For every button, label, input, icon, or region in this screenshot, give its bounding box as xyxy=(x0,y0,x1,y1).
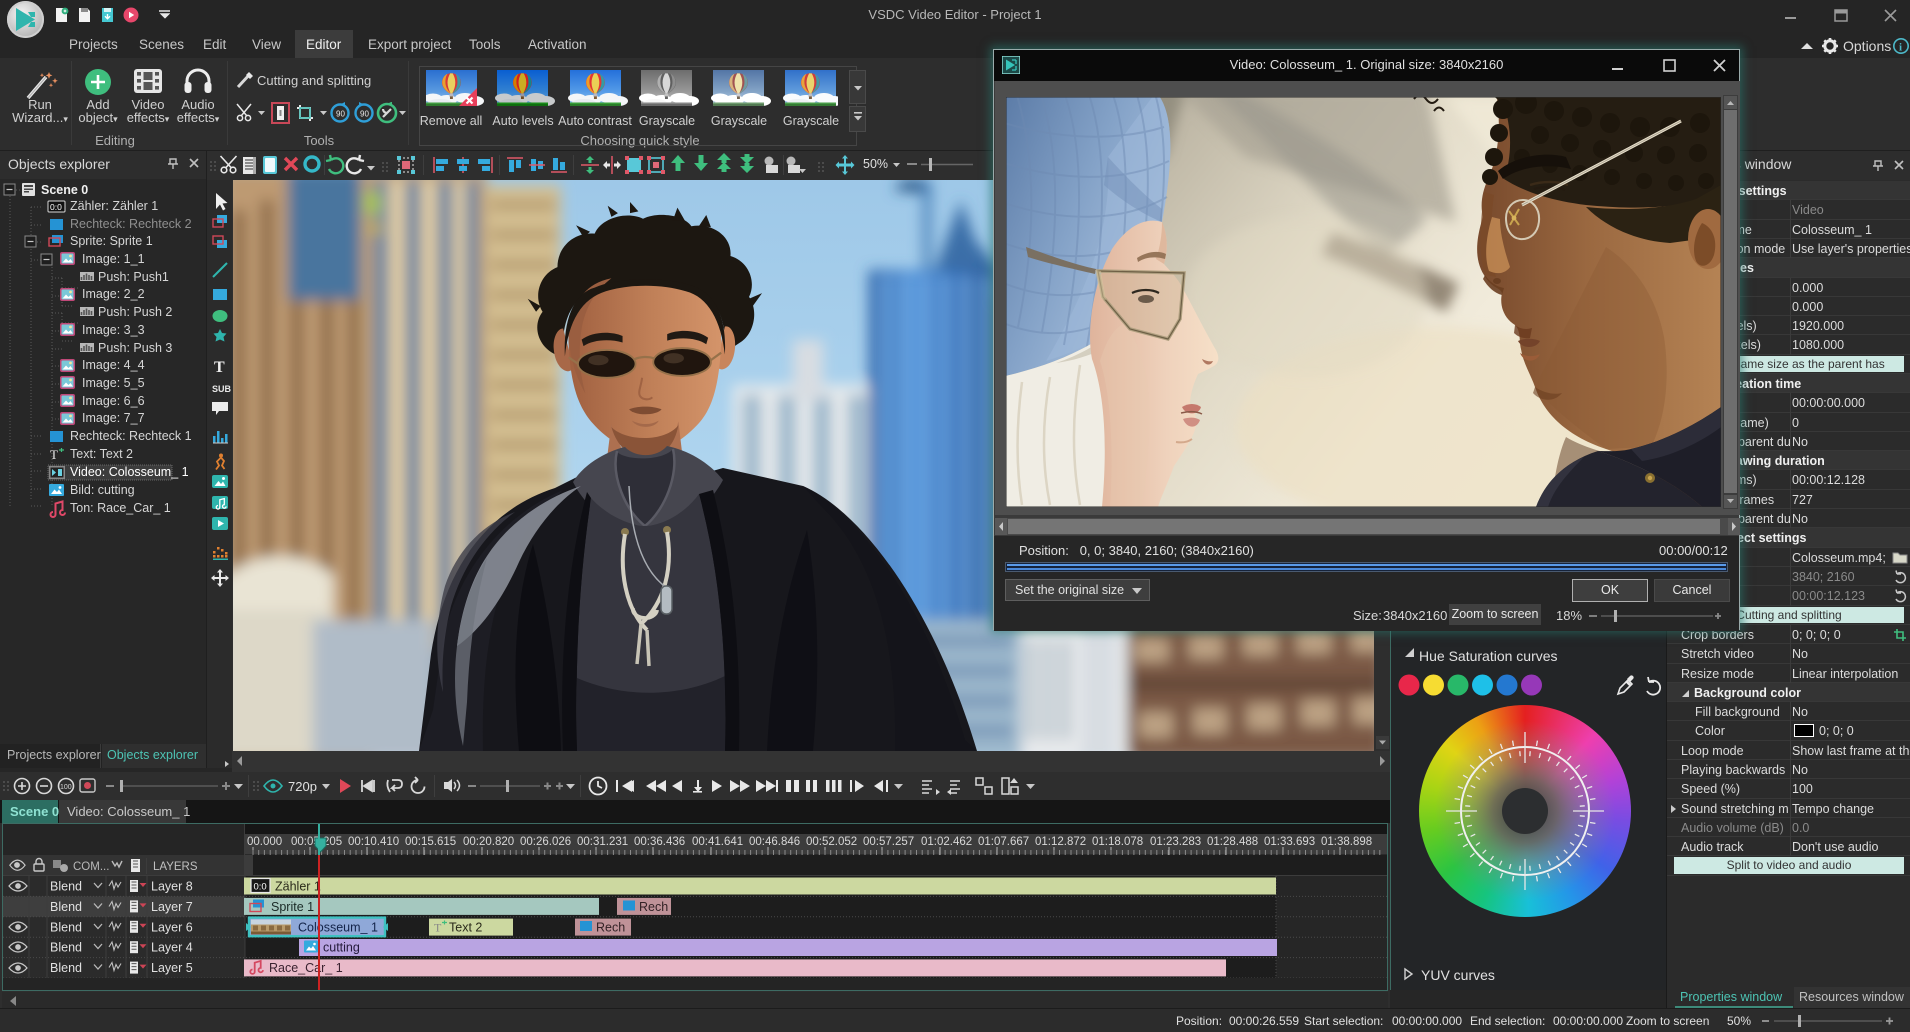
svg-text:50%: 50% xyxy=(863,157,888,171)
svg-text:Rech: Rech xyxy=(596,921,625,935)
svg-text:00:20.820: 00:20.820 xyxy=(463,836,514,848)
svg-text:Text: Text 2: Text: Text 2 xyxy=(70,447,133,461)
svg-text:01:07.667: 01:07.667 xyxy=(978,836,1029,848)
svg-text:90: 90 xyxy=(336,110,345,119)
svg-text:Image: 1_1: Image: 1_1 xyxy=(82,252,145,266)
svg-text:Blend: Blend xyxy=(50,900,82,914)
svg-text:01:18.078: 01:18.078 xyxy=(1092,836,1143,848)
svg-text:Colosseum_ 1: Colosseum_ 1 xyxy=(298,921,378,935)
svg-text:720p: 720p xyxy=(288,779,317,794)
svg-text:Bild: cutting: Bild: cutting xyxy=(70,483,135,497)
svg-text:00:52.052: 00:52.052 xyxy=(806,836,857,848)
svg-text:Layer 6: Layer 6 xyxy=(151,921,193,935)
svg-text:Push: Push1: Push: Push1 xyxy=(98,270,169,284)
svg-text:0:0: 0:0 xyxy=(50,202,62,212)
svg-text:T: T xyxy=(434,921,442,935)
svg-text:01:28.488: 01:28.488 xyxy=(1207,836,1258,848)
svg-text:Rechteck: Rechteck 2: Rechteck: Rechteck 2 xyxy=(70,217,192,231)
svg-text:Blend: Blend xyxy=(50,941,82,955)
svg-text:01:23.283: 01:23.283 xyxy=(1150,836,1201,848)
svg-text:Blend: Blend xyxy=(50,880,82,894)
svg-text:SUB: SUB xyxy=(212,384,232,394)
svg-text:Rech: Rech xyxy=(639,900,668,914)
svg-text:100: 100 xyxy=(60,784,72,791)
svg-text:90: 90 xyxy=(360,110,369,119)
svg-text:YUV curves: YUV curves xyxy=(1421,967,1495,983)
svg-text:Image: 3_3: Image: 3_3 xyxy=(82,323,145,337)
svg-text:COM...: COM... xyxy=(73,861,109,873)
svg-text:00.000: 00.000 xyxy=(247,836,282,848)
svg-text:Blend: Blend xyxy=(50,921,82,935)
svg-text:Image: 4_4: Image: 4_4 xyxy=(82,358,145,372)
svg-text:Image: 6_6: Image: 6_6 xyxy=(82,394,145,408)
svg-text:Sprite 1: Sprite 1 xyxy=(271,900,314,914)
svg-text:00:10.410: 00:10.410 xyxy=(348,836,399,848)
svg-text:Layer 7: Layer 7 xyxy=(151,900,193,914)
svg-text:00:26.026: 00:26.026 xyxy=(520,836,571,848)
svg-text:00:46.846: 00:46.846 xyxy=(749,836,800,848)
svg-text:00:31.231: 00:31.231 xyxy=(577,836,628,848)
svg-text:LAYERS: LAYERS xyxy=(153,861,198,873)
svg-text:01:38.898: 01:38.898 xyxy=(1321,836,1372,848)
svg-text:Scene 0: Scene 0 xyxy=(41,183,88,197)
svg-text:cutting: cutting xyxy=(323,941,360,955)
svg-text:Image: 7_7: Image: 7_7 xyxy=(82,411,145,425)
svg-text:Hue Saturation curves: Hue Saturation curves xyxy=(1419,648,1558,664)
svg-text:Ton: Race_Car_ 1: Ton: Race_Car_ 1 xyxy=(70,501,171,515)
svg-text:Push: Push 2: Push: Push 2 xyxy=(98,305,172,319)
svg-text:Push: Push 3: Push: Push 3 xyxy=(98,341,172,355)
svg-text:Zähler 1: Zähler 1 xyxy=(275,880,321,894)
svg-text:Video: Colosseum_ 1: Video: Colosseum_ 1 xyxy=(70,465,189,479)
svg-text:01:12.872: 01:12.872 xyxy=(1035,836,1086,848)
svg-text:T: T xyxy=(50,447,58,462)
svg-text:Layer 5: Layer 5 xyxy=(151,961,193,975)
svg-text:00:15.615: 00:15.615 xyxy=(405,836,456,848)
svg-text:00:57.257: 00:57.257 xyxy=(863,836,914,848)
svg-text:Image: 2_2: Image: 2_2 xyxy=(82,287,145,301)
svg-text:T: T xyxy=(214,359,225,376)
svg-text:Text 2: Text 2 xyxy=(449,921,482,935)
svg-text:Sprite: Sprite 1: Sprite: Sprite 1 xyxy=(70,234,153,248)
svg-text:Options: Options xyxy=(1843,38,1891,54)
svg-text:Zähler: Zähler 1: Zähler: Zähler 1 xyxy=(70,199,158,213)
svg-text:Layer 4: Layer 4 xyxy=(151,941,193,955)
svg-text:01:02.462: 01:02.462 xyxy=(921,836,972,848)
svg-text:00:41.641: 00:41.641 xyxy=(692,836,743,848)
svg-text:Blend: Blend xyxy=(50,961,82,975)
svg-text:Layer 8: Layer 8 xyxy=(151,880,193,894)
svg-text:00:36.436: 00:36.436 xyxy=(634,836,685,848)
svg-text:Race_Car_ 1: Race_Car_ 1 xyxy=(269,961,343,975)
svg-text:Image: 5_5: Image: 5_5 xyxy=(82,376,145,390)
svg-text:0:0: 0:0 xyxy=(254,882,267,893)
svg-text:Rechteck: Rechteck 1: Rechteck: Rechteck 1 xyxy=(70,429,192,443)
svg-text:i: i xyxy=(1899,42,1902,54)
svg-text:01:33.693: 01:33.693 xyxy=(1264,836,1315,848)
